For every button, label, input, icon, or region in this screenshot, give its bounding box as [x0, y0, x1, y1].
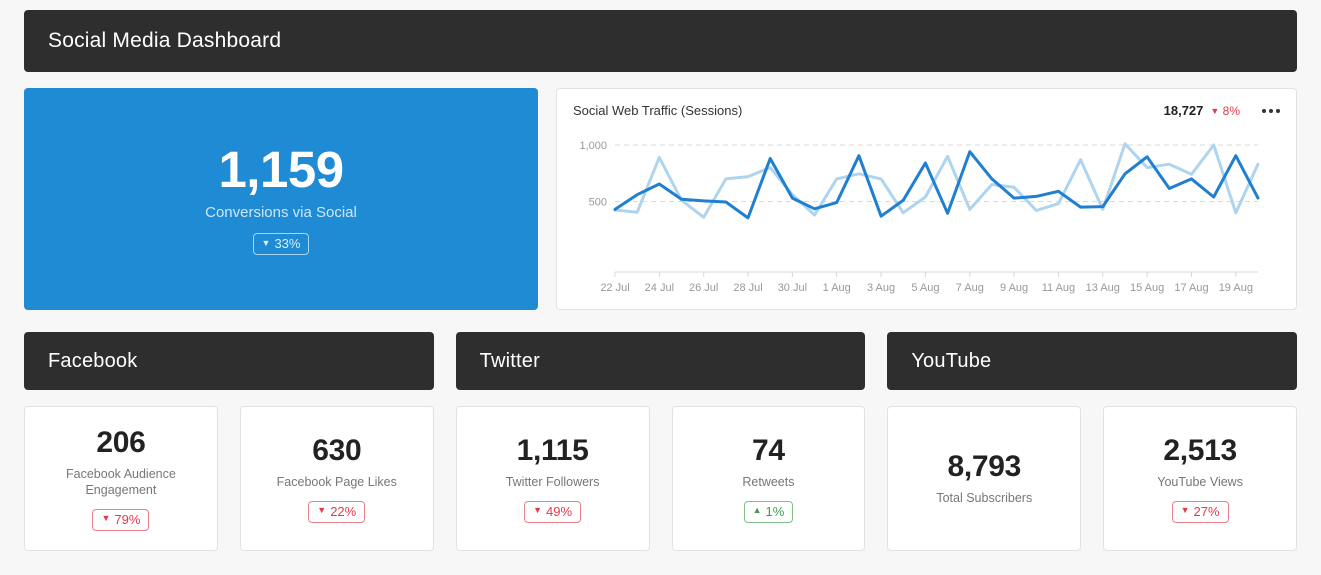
dashboard-page: Social Media Dashboard 1,159 Conversions…: [0, 0, 1321, 551]
traffic-chart-card: Social Web Traffic (Sessions) 18,727 ▼ 8…: [556, 88, 1297, 310]
metric-delta-badge: ▲ 1%: [743, 500, 794, 523]
metric-label: Twitter Followers: [505, 475, 600, 490]
section-title: Facebook: [48, 349, 138, 372]
metric-value: 74: [752, 434, 785, 468]
x-axis-tick-label: 30 Jul: [778, 282, 807, 294]
arrow-down-icon: ▼: [317, 505, 327, 516]
platform-sections: Facebook 206 Facebook Audience Engagement ▼…: [24, 332, 1298, 551]
metric-delta-value: 22%: [330, 503, 357, 519]
metric-delta-badge: ▼ 79%: [92, 508, 150, 531]
x-axis-tick-label: 13 Aug: [1086, 282, 1120, 294]
section-header-twitter: Twitter: [455, 332, 866, 390]
chart-total-value: 18,727: [1163, 103, 1204, 118]
metric-card[interactable]: 206 Facebook Audience Engagement ▼ 79%: [24, 406, 218, 551]
traffic-line-chart: 500 1,000 22 Jul 24 Jul 26 Jul 28 Jul 30 Jul 1 …: [579, 140, 1260, 294]
x-axis-tick-label: 11 Aug: [1042, 282, 1075, 294]
section-header-facebook: Facebook: [24, 332, 434, 390]
arrow-down-icon: ▼: [1180, 505, 1190, 516]
page-title: Social Media Dashboard: [48, 29, 282, 52]
section-facebook: Facebook 206 Facebook Audience Engagement ▼…: [24, 332, 434, 551]
metric-delta-badge: ▼ 22%: [308, 500, 366, 523]
arrow-up-icon: ▲: [752, 505, 762, 516]
metric-delta-value: 49%: [546, 503, 573, 519]
hero-delta-value: 33%: [274, 236, 301, 252]
metric-delta-badge: ▼ 27%: [1171, 500, 1229, 523]
metric-card-row: 206 Facebook Audience Engagement ▼ 79% 630 Fa…: [24, 406, 434, 551]
x-axis-tick-label: 17 Aug: [1174, 282, 1208, 294]
chart-delta-value: 8%: [1222, 104, 1240, 118]
metric-label: YouTube Views: [1157, 475, 1243, 490]
hero-delta-badge: ▼ 33%: [252, 233, 310, 256]
chart-kpi: 18,727 ▼ 8%: [1164, 103, 1240, 118]
kebab-menu-icon[interactable]: [1262, 107, 1280, 115]
section-twitter: Twitter 1,115 Twitter Followers ▼ 49% 74 Retwe…: [455, 332, 866, 551]
arrow-down-icon: ▼: [101, 513, 111, 524]
x-axis-tick-label: 7 Aug: [956, 282, 984, 294]
metric-value: 630: [312, 434, 362, 468]
metric-label: Facebook Audience Engagement: [66, 467, 176, 497]
x-axis-tick-label: 3 Aug: [867, 282, 895, 294]
section-title: YouTube: [911, 349, 992, 372]
metric-label: Facebook Page Likes: [276, 475, 397, 490]
metric-card[interactable]: 74 Retweets ▲ 1%: [671, 406, 866, 551]
x-axis-tick-label: 15 Aug: [1130, 282, 1164, 294]
x-axis-tick-label: 9 Aug: [1000, 282, 1028, 294]
top-row: 1,159 Conversions via Social ▼ 33% Socia…: [24, 88, 1297, 310]
metric-delta-value: 1%: [765, 503, 785, 519]
x-axis-tick-label: 19 Aug: [1219, 282, 1253, 294]
x-axis-tick-label: 24 Jul: [645, 282, 674, 294]
metric-delta-value: 79%: [114, 511, 141, 527]
hero-value: 1,159: [218, 140, 344, 198]
metric-label: Retweets: [742, 475, 795, 490]
y-axis-tick-label: 1,000: [579, 140, 607, 152]
section-title: Twitter: [479, 349, 540, 372]
x-axis-tick-label: 28 Jul: [733, 282, 762, 294]
metric-card[interactable]: 1,115 Twitter Followers ▼ 49%: [455, 406, 650, 551]
x-axis-tick-label: 5 Aug: [911, 282, 939, 294]
x-axis-tick-label: 1 Aug: [823, 282, 851, 294]
dashboard-header: Social Media Dashboard: [24, 10, 1297, 72]
chart-header: Social Web Traffic (Sessions) 18,727 ▼ 8…: [573, 103, 1280, 118]
metric-delta-value: 27%: [1193, 503, 1220, 519]
metric-card[interactable]: 2,513 YouTube Views ▼ 27%: [1103, 406, 1298, 551]
chart-header-right: 18,727 ▼ 8%: [1164, 103, 1280, 118]
x-axis-tick-label: 22 Jul: [600, 282, 629, 294]
metric-card[interactable]: 630 Facebook Page Likes ▼ 22%: [239, 406, 434, 551]
hero-label: Conversions via Social: [205, 204, 357, 222]
conversions-hero-card[interactable]: 1,159 Conversions via Social ▼ 33%: [24, 88, 538, 310]
x-axis-tick-label: 26 Jul: [689, 282, 718, 294]
metric-value: 206: [96, 426, 146, 460]
chart-series-line: [613, 142, 1260, 219]
chart-delta: ▼ 8%: [1210, 104, 1240, 118]
section-youtube: YouTube 8,793 Total Subscribers 2,513 YouTub…: [887, 332, 1298, 551]
arrow-down-icon: ▼: [1210, 106, 1220, 116]
metric-card-row: 8,793 Total Subscribers 2,513 YouTube Views…: [887, 406, 1298, 551]
metric-card[interactable]: 8,793 Total Subscribers: [887, 406, 1082, 551]
metric-label: Total Subscribers: [936, 491, 1033, 506]
metric-delta-badge: ▼ 49%: [524, 500, 582, 523]
arrow-down-icon: ▼: [261, 237, 271, 248]
metric-card-row: 1,115 Twitter Followers ▼ 49% 74 Retweets ▲ 1%: [455, 406, 866, 551]
y-axis-tick-label: 500: [589, 196, 607, 208]
arrow-down-icon: ▼: [533, 505, 543, 516]
chart-title: Social Web Traffic (Sessions): [573, 103, 743, 118]
section-header-youtube: YouTube: [887, 332, 1298, 390]
metric-value: 1,115: [516, 434, 589, 468]
chart-series-line: [613, 150, 1260, 220]
metric-value: 2,513: [1163, 434, 1237, 468]
metric-value: 8,793: [947, 450, 1022, 484]
